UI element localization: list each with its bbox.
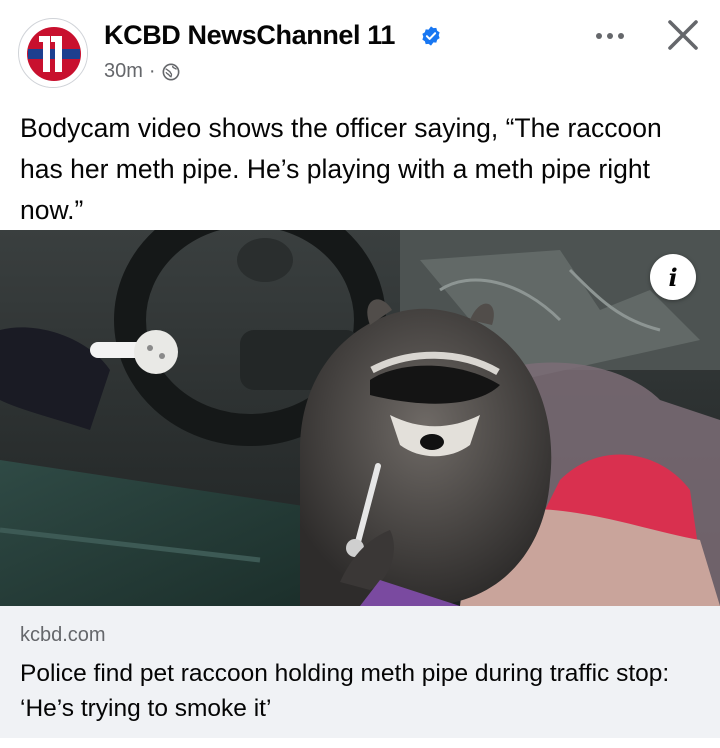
link-title[interactable]: Police find pet raccoon holding meth pip… bbox=[20, 656, 710, 726]
page-avatar[interactable] bbox=[18, 18, 88, 88]
post-bottom-edge bbox=[0, 738, 720, 748]
post-image[interactable] bbox=[0, 230, 720, 606]
kcbd-logo-icon bbox=[20, 20, 87, 87]
verified-badge-icon bbox=[422, 26, 440, 46]
link-preview[interactable]: kcbd.com Police find pet raccoon holding… bbox=[0, 606, 720, 748]
post-body-text: Bodycam video shows the officer saying, … bbox=[20, 113, 662, 225]
raccoon-photo bbox=[0, 230, 720, 606]
more-options-icon-dot bbox=[607, 33, 613, 39]
post-time[interactable]: 30m bbox=[104, 60, 143, 83]
link-domain: kcbd.com bbox=[20, 624, 106, 646]
more-options-icon-dot bbox=[596, 33, 602, 39]
globe-icon bbox=[162, 63, 180, 80]
post-header: KCBD NewsChannel 11 30m · bbox=[0, 0, 720, 100]
more-options-button[interactable] bbox=[586, 20, 634, 52]
info-button[interactable]: i bbox=[650, 254, 696, 300]
close-icon[interactable] bbox=[662, 14, 704, 56]
page-name[interactable]: KCBD NewsChannel 11 bbox=[104, 20, 395, 51]
post-meta: 30m · bbox=[104, 60, 180, 83]
more-options-icon-dot bbox=[618, 33, 624, 39]
info-icon: i bbox=[668, 262, 678, 292]
meta-separator: · bbox=[148, 60, 156, 82]
